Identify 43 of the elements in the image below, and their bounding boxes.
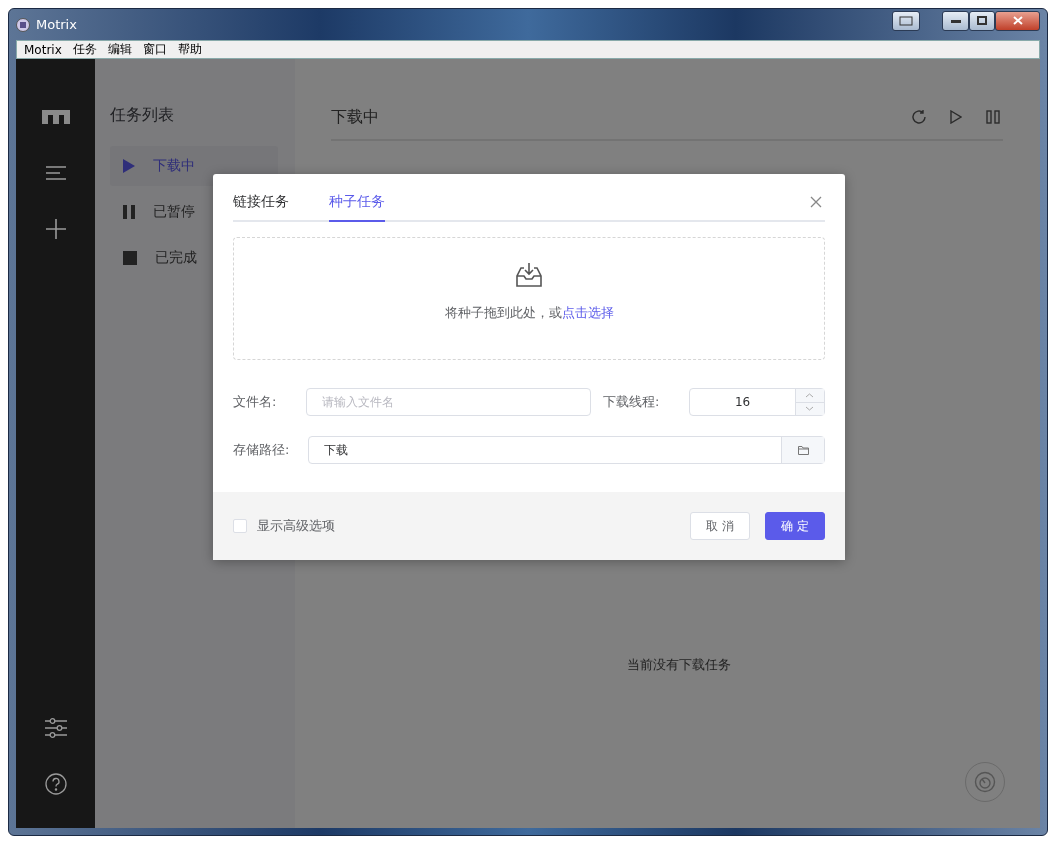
folder-icon[interactable] [781, 437, 824, 463]
menu-item[interactable]: 任务 [72, 41, 97, 58]
checkbox-label: 显示高级选项 [257, 517, 336, 535]
filter-label: 已完成 [155, 249, 197, 267]
cancel-button[interactable]: 取 消 [690, 512, 751, 540]
filter-label: 已暂停 [153, 203, 195, 221]
pause-icon [123, 205, 135, 219]
menu-item[interactable]: 窗口 [142, 41, 167, 58]
maximize-button[interactable] [969, 10, 995, 31]
dialog-tab[interactable]: 种子任务 [329, 193, 385, 222]
empty-message: 当前没有下载任务 [627, 656, 731, 674]
field-label: 文件名: [233, 393, 278, 411]
menu-item[interactable]: 帮助 [177, 41, 202, 58]
pause-icon[interactable] [983, 107, 1003, 127]
dropzone-hint: 将种子拖到此处，或点击选择 [444, 304, 614, 322]
menu-item[interactable]: Motrix [24, 42, 62, 57]
select-file-link[interactable]: 点击选择 [561, 305, 614, 320]
refresh-icon[interactable] [909, 107, 929, 127]
field-label: 下载线程: [603, 393, 661, 411]
filter-label: 下载中 [153, 157, 195, 175]
app-icon [16, 17, 30, 32]
menu-item[interactable]: 编辑 [107, 41, 132, 58]
advanced-options-checkbox[interactable] [233, 519, 247, 533]
window-switch-button[interactable] [892, 10, 920, 31]
window-title: Motrix [36, 17, 77, 32]
stop-icon [123, 251, 137, 265]
close-icon [1012, 16, 1023, 25]
minimize-button[interactable] [942, 10, 969, 31]
speedometer-icon [974, 771, 996, 793]
panel-title: 任务列表 [110, 105, 175, 126]
minimize-icon [950, 18, 961, 23]
torrent-dropzone[interactable]: 将种子拖到此处，或点击选择 [233, 237, 825, 360]
close-button[interactable] [995, 10, 1040, 31]
confirm-button[interactable]: 确 定 [765, 512, 825, 540]
dialog-tab[interactable]: 链接任务 [233, 193, 289, 222]
maximize-icon [977, 16, 987, 25]
page-title: 下载中 [331, 106, 380, 128]
inbox-download-icon [516, 263, 542, 287]
close-icon[interactable] [809, 195, 823, 209]
save-path-field[interactable]: 下载 [308, 436, 825, 464]
field-label: 存储路径: [233, 441, 291, 459]
play-icon [123, 159, 135, 173]
window-icon [899, 15, 913, 26]
